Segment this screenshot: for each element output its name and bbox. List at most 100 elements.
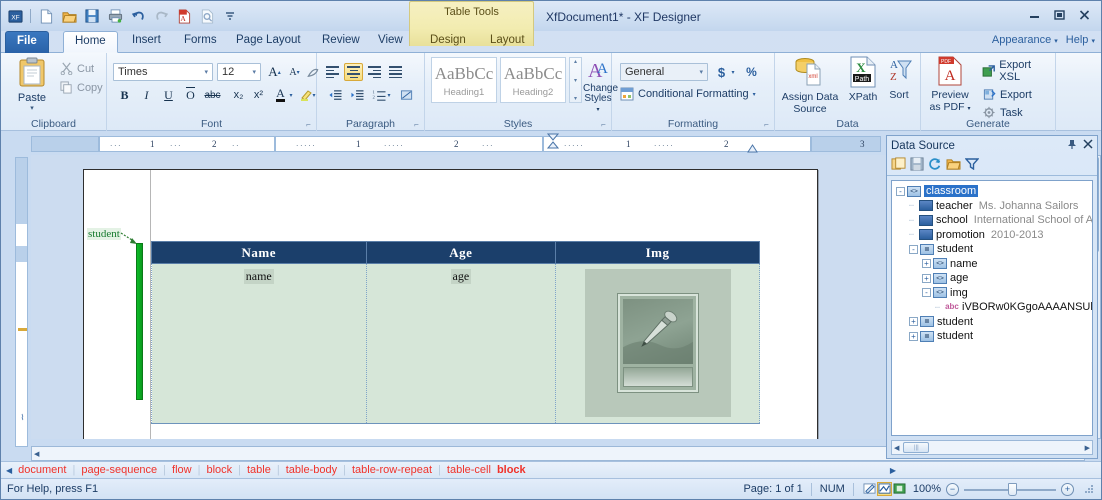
tab-review[interactable]: Review bbox=[311, 31, 371, 53]
zoom-slider-thumb[interactable] bbox=[1008, 483, 1017, 496]
number-format-combo[interactable]: General ▾ bbox=[620, 63, 708, 81]
styles-dialog-launcher[interactable]: ⌐ bbox=[599, 120, 608, 129]
sort-button[interactable]: A Z Sort bbox=[881, 56, 917, 101]
tab-design[interactable]: Design bbox=[419, 31, 477, 53]
pdf-icon[interactable]: A bbox=[174, 6, 194, 26]
italic-button[interactable]: I bbox=[137, 86, 156, 104]
indent-marker-top-icon[interactable] bbox=[547, 133, 559, 155]
print-preview-icon[interactable] bbox=[197, 6, 217, 26]
align-left-button[interactable] bbox=[323, 63, 342, 81]
align-right-button[interactable] bbox=[365, 63, 384, 81]
minimize-button[interactable] bbox=[1023, 7, 1045, 23]
tree-node[interactable]: + <> age bbox=[894, 271, 1090, 286]
table-cell-age[interactable]: age bbox=[365, 263, 557, 424]
print-icon[interactable] bbox=[105, 6, 125, 26]
image-placeholder[interactable] bbox=[584, 269, 731, 417]
preview-as-pdf-button[interactable]: PDF A Preview as PDF ▾ bbox=[925, 56, 975, 115]
save-icon[interactable] bbox=[82, 6, 102, 26]
table-cell-name[interactable]: name bbox=[151, 263, 367, 424]
appearance-menu[interactable]: Appearance ▾ bbox=[992, 34, 1058, 46]
cut-button[interactable]: Cut bbox=[57, 61, 106, 76]
font-name-combo[interactable]: Times ▾ bbox=[113, 63, 213, 81]
tree-node[interactable]: ┈ promotion 2010-2013 bbox=[894, 228, 1090, 243]
copy-button[interactable]: Copy bbox=[57, 80, 106, 95]
table-header-img[interactable]: Img bbox=[555, 241, 760, 264]
close-icon[interactable] bbox=[1083, 138, 1093, 153]
tab-view[interactable]: View bbox=[367, 31, 414, 53]
breadcrumb-document[interactable]: document bbox=[18, 464, 66, 476]
customize-qat-icon[interactable] bbox=[220, 6, 240, 26]
breadcrumb-current-block[interactable]: block bbox=[497, 464, 526, 476]
more-styles-icon[interactable]: ▾ bbox=[574, 95, 577, 102]
superscript-button[interactable]: x² bbox=[249, 86, 268, 104]
chevron-down-icon[interactable]: ▾ bbox=[9, 104, 55, 112]
breadcrumb-prev-button[interactable]: ◀ bbox=[6, 466, 12, 475]
table-cell-img[interactable] bbox=[555, 263, 760, 424]
expand-icon[interactable]: + bbox=[922, 273, 931, 283]
new-document-icon[interactable] bbox=[36, 6, 56, 26]
redo-icon[interactable] bbox=[151, 6, 171, 26]
align-justify-button[interactable] bbox=[386, 63, 405, 81]
tree-node[interactable]: + ≣ student bbox=[894, 329, 1090, 344]
breadcrumb-table-body[interactable]: table-body bbox=[286, 464, 337, 476]
tree-node[interactable]: + ≣ student bbox=[894, 315, 1090, 330]
styles-gallery-scroll[interactable]: ▴ ▾ ▾ bbox=[569, 57, 582, 103]
app-logo-icon[interactable]: XF bbox=[5, 6, 25, 26]
assign-data-source-button[interactable]: xml Assign Data Source bbox=[781, 56, 839, 115]
tab-layout[interactable]: Layout bbox=[479, 31, 536, 53]
font-dialog-launcher[interactable]: ⌐ bbox=[304, 120, 313, 129]
collapse-icon[interactable]: - bbox=[909, 244, 918, 254]
tab-insert[interactable]: Insert bbox=[121, 31, 172, 53]
filter-icon[interactable] bbox=[964, 157, 980, 173]
change-styles-button[interactable]: AA Change Styles ▾ bbox=[583, 57, 618, 115]
ds-hscroll-thumb[interactable]: ||| bbox=[903, 442, 930, 453]
chevron-down-icon[interactable]: ▾ bbox=[385, 86, 393, 104]
repeat-region-bar[interactable] bbox=[136, 243, 143, 400]
chevron-down-icon[interactable]: ▾ bbox=[287, 86, 295, 104]
tree-node[interactable]: - <> img bbox=[894, 286, 1090, 301]
open-folder-icon[interactable] bbox=[59, 6, 79, 26]
document-table[interactable]: Name Age Img name age bbox=[151, 241, 760, 424]
borders-shading-button[interactable] bbox=[397, 86, 416, 104]
xpath-button[interactable]: X Path XPath bbox=[843, 56, 883, 103]
breadcrumb-page-sequence[interactable]: page-sequence bbox=[81, 464, 157, 476]
tree-node[interactable]: - ≣ student bbox=[894, 242, 1090, 257]
refresh-icon[interactable] bbox=[928, 157, 942, 174]
maximize-button[interactable] bbox=[1048, 7, 1070, 23]
decrease-indent-button[interactable] bbox=[325, 86, 344, 104]
export-xsl-button[interactable]: Export XSL bbox=[979, 58, 1055, 84]
tab-page-layout[interactable]: Page Layout bbox=[225, 31, 312, 53]
chevron-down-icon[interactable]: ▾ bbox=[729, 63, 737, 81]
strikethrough-button[interactable]: abc bbox=[203, 86, 222, 104]
bold-button[interactable]: B bbox=[115, 86, 134, 104]
tab-home[interactable]: Home bbox=[63, 31, 118, 53]
increase-indent-button[interactable] bbox=[347, 86, 366, 104]
data-source-tree[interactable]: - <> classroom ┈ teacher Ms. Johanna Sailors ┈… bbox=[891, 180, 1093, 436]
expand-icon[interactable]: + bbox=[909, 331, 918, 341]
table-header-name[interactable]: Name bbox=[151, 241, 367, 264]
align-center-button[interactable] bbox=[344, 63, 363, 81]
horizontal-ruler[interactable]: 1 2 · · · · · · · · 1 2 · · · · · · · · … bbox=[31, 133, 886, 155]
paragraph-dialog-launcher[interactable]: ⌐ bbox=[412, 120, 421, 129]
breadcrumb-block[interactable]: block bbox=[206, 464, 232, 476]
collapse-icon[interactable]: - bbox=[896, 186, 905, 196]
zoom-slider[interactable] bbox=[964, 483, 1056, 496]
breadcrumb-table[interactable]: table bbox=[247, 464, 271, 476]
scroll-up-icon[interactable]: ▴ bbox=[574, 58, 577, 65]
vertical-ruler[interactable]: ⌇ bbox=[15, 157, 28, 447]
tree-node[interactable]: - <> classroom bbox=[894, 184, 1090, 199]
font-size-combo[interactable]: 12 ▾ bbox=[217, 63, 261, 81]
style-heading2[interactable]: AaBbCc Heading2 bbox=[500, 57, 566, 103]
zoom-in-button[interactable]: + bbox=[1061, 482, 1074, 496]
tree-node[interactable]: ┈ abc iVBORw0KGgoAAAANSUhE bbox=[894, 300, 1092, 315]
scroll-right-icon[interactable]: ▶ bbox=[1085, 444, 1090, 452]
breadcrumb-table-row-repeat[interactable]: table-row-repeat bbox=[352, 464, 432, 476]
scroll-left-icon[interactable]: ◀ bbox=[894, 444, 899, 452]
save-datasource-icon[interactable] bbox=[910, 156, 924, 174]
data-source-hscrollbar[interactable]: ◀ ||| ▶ bbox=[891, 440, 1093, 455]
open-datasource-icon[interactable] bbox=[946, 157, 961, 174]
underline-button[interactable]: U bbox=[159, 86, 178, 104]
paste-button[interactable]: Paste ▾ bbox=[9, 56, 55, 112]
percent-button[interactable]: % bbox=[742, 63, 761, 81]
export-button[interactable]: Export bbox=[979, 87, 1055, 102]
